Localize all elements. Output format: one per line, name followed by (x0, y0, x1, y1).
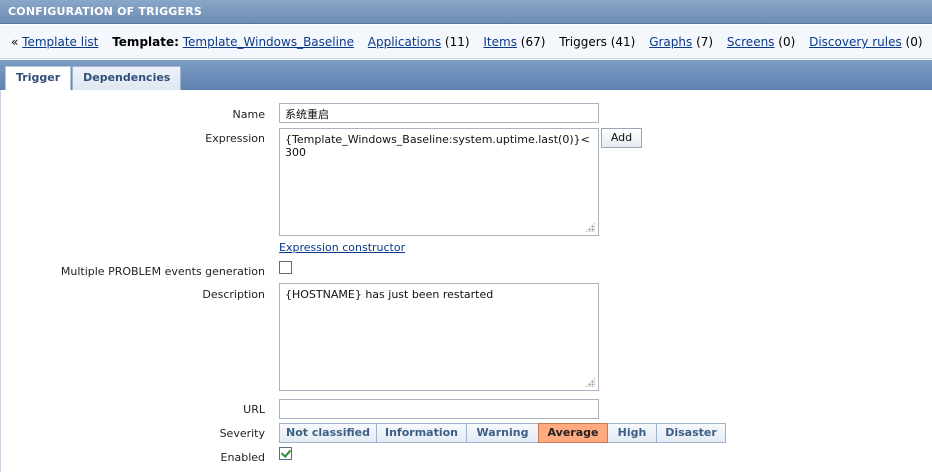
severity-warning[interactable]: Warning (467, 423, 539, 443)
expression-constructor-link[interactable]: Expression constructor (279, 241, 405, 254)
applications-count: (11) (444, 35, 470, 49)
resize-grip-icon[interactable] (585, 222, 595, 232)
severity-information[interactable]: Information (377, 423, 467, 443)
description-textarea[interactable]: {HOSTNAME} has just been restarted (279, 283, 599, 391)
screens-count: (0) (778, 35, 796, 49)
severity-average[interactable]: Average (538, 423, 608, 443)
trigger-form: Name 系统重启 Expression {Template_Windows_B… (0, 90, 932, 472)
breadcrumb-nav: « Template list Template: Template_Windo… (0, 25, 932, 59)
add-button[interactable]: Add (601, 128, 642, 148)
expression-label: Expression (205, 132, 265, 145)
url-label: URL (243, 403, 265, 416)
discovery-rules-count: (0) (905, 35, 923, 49)
resize-grip-icon[interactable] (585, 377, 595, 387)
applications-link[interactable]: Applications (368, 35, 441, 49)
tab-trigger[interactable]: Trigger (5, 66, 72, 91)
template-list-link[interactable]: Template list (22, 35, 98, 49)
template-label: Template: (112, 35, 179, 49)
name-input[interactable]: 系统重启 (279, 103, 599, 123)
graphs-link[interactable]: Graphs (649, 35, 692, 49)
severity-label: Severity (219, 427, 265, 440)
triggers-count: (41) (610, 35, 636, 49)
multiple-problem-checkbox[interactable] (279, 261, 292, 274)
discovery-rules-link[interactable]: Discovery rules (809, 35, 902, 49)
graphs-count: (7) (696, 35, 714, 49)
items-link[interactable]: Items (483, 35, 517, 49)
description-text: {HOSTNAME} has just been restarted (285, 288, 494, 301)
page-title: CONFIGURATION OF TRIGGERS (8, 5, 203, 18)
tab-dependencies[interactable]: Dependencies (72, 66, 182, 90)
description-label: Description (202, 288, 265, 301)
multiple-problem-label: Multiple PROBLEM events generation (60, 265, 265, 278)
url-input[interactable] (279, 399, 599, 419)
screens-link[interactable]: Screens (727, 35, 775, 49)
triggers-current: Triggers (559, 35, 607, 49)
expression-text: {Template_Windows_Baseline:system.uptime… (285, 133, 590, 159)
severity-high[interactable]: High (608, 423, 657, 443)
tab-bar: Trigger Dependencies (0, 60, 932, 91)
expression-textarea[interactable]: {Template_Windows_Baseline:system.uptime… (279, 128, 599, 236)
template-name-link[interactable]: Template_Windows_Baseline (183, 35, 354, 49)
page-header: CONFIGURATION OF TRIGGERS (0, 0, 932, 24)
back-arrow-icon: « (11, 35, 19, 49)
severity-not-classified[interactable]: Not classified (279, 423, 377, 443)
severity-disaster[interactable]: Disaster (657, 423, 726, 443)
items-count: (67) (520, 35, 546, 49)
enabled-checkbox[interactable] (279, 447, 292, 460)
name-label: Name (232, 108, 265, 121)
enabled-label: Enabled (220, 451, 265, 464)
